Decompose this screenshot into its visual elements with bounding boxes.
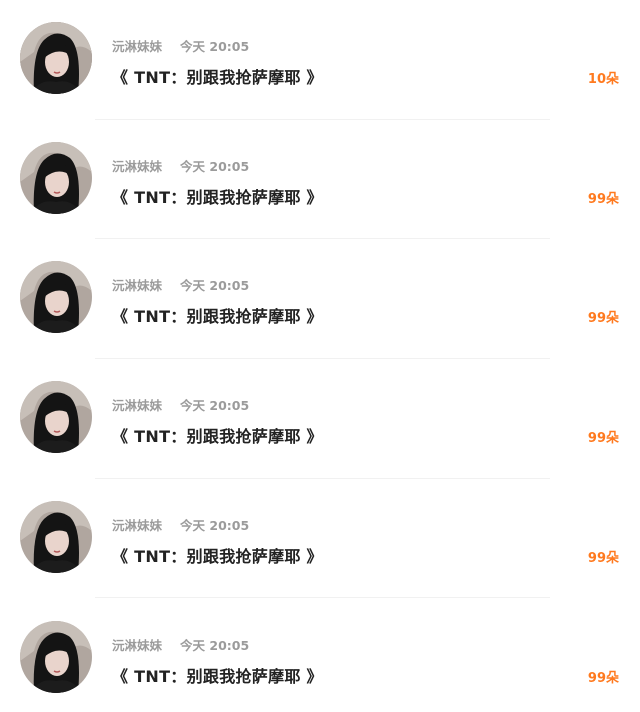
sender-name[interactable]: 沅淋妹妹 [112,635,162,654]
list-item[interactable]: 沅淋妹妹 今天 20:05 《 TNT：别跟我抢萨摩耶 》 99朵 [0,239,640,360]
message-meta: 沅淋妹妹 今天 20:05 [112,275,249,294]
gift-count: 99朵 [587,670,619,686]
message-title: 《 TNT：别跟我抢萨摩耶 》 [112,427,323,447]
avatar[interactable] [20,381,92,454]
list-item[interactable]: 沅淋妹妹 今天 20:05 《 TNT：别跟我抢萨摩耶 》 99朵 [0,359,640,479]
sender-name[interactable]: 沅淋妹妹 [112,515,162,534]
sender-name[interactable]: 沅淋妹妹 [112,395,162,414]
message-meta: 沅淋妹妹 今天 20:05 [112,156,249,175]
gift-count: 99朵 [587,431,619,447]
sender-name[interactable]: 沅淋妹妹 [112,275,162,294]
timestamp: 今天 20:05 [180,637,250,653]
message-title: 《 TNT：别跟我抢萨摩耶 》 [112,187,323,207]
sender-name[interactable]: 沅淋妹妹 [112,156,162,175]
gift-count: 99朵 [587,550,619,566]
message-meta: 沅淋妹妹 今天 20:05 [112,395,249,414]
list-item[interactable]: 沅淋妹妹 今天 20:05 《 TNT：别跟我抢萨摩耶 》 10朵 [0,0,640,120]
gift-count: 10朵 [587,72,619,87]
timestamp: 今天 20:05 [180,39,250,54]
message-title: 《 TNT：别跟我抢萨摩耶 》 [112,307,323,327]
timestamp: 今天 20:05 [180,517,250,533]
timestamp: 今天 20:05 [180,278,250,294]
avatar-icon [20,381,92,454]
avatar-icon [20,620,92,693]
message-title: 《 TNT：别跟我抢萨摩耶 》 [112,666,323,686]
gift-message-list: 沅淋妹妹 今天 20:05 《 TNT：别跟我抢萨摩耶 》 10朵 沅淋妹妹 今天 … [0,0,640,712]
timestamp: 今天 20:05 [180,158,250,174]
list-item[interactable]: 沅淋妹妹 今天 20:05 《 TNT：别跟我抢萨摩耶 》 99朵 [0,479,640,599]
avatar-icon [20,141,92,214]
sender-name[interactable]: 沅淋妹妹 [112,36,162,55]
gift-count: 99朵 [587,191,619,207]
timestamp: 今天 20:05 [180,398,250,414]
avatar[interactable] [20,261,92,334]
message-meta: 沅淋妹妹 今天 20:05 [112,36,249,55]
avatar[interactable] [20,141,92,214]
avatar[interactable] [20,22,92,94]
message-meta: 沅淋妹妹 今天 20:05 [112,635,249,654]
list-item[interactable]: 沅淋妹妹 今天 20:05 《 TNT：别跟我抢萨摩耶 》 99朵 [0,120,640,240]
list-item[interactable]: 沅淋妹妹 今天 20:05 《 TNT：别跟我抢萨摩耶 》 99朵 [0,599,640,712]
message-meta: 沅淋妹妹 今天 20:05 [112,515,249,534]
avatar-icon [20,22,92,94]
message-title: 《 TNT：别跟我抢萨摩耶 》 [112,68,323,87]
avatar[interactable] [20,500,92,573]
avatar-icon [20,261,92,334]
avatar[interactable] [20,620,92,693]
message-title: 《 TNT：别跟我抢萨摩耶 》 [112,546,323,566]
gift-count: 99朵 [587,311,619,327]
avatar-icon [20,500,92,573]
